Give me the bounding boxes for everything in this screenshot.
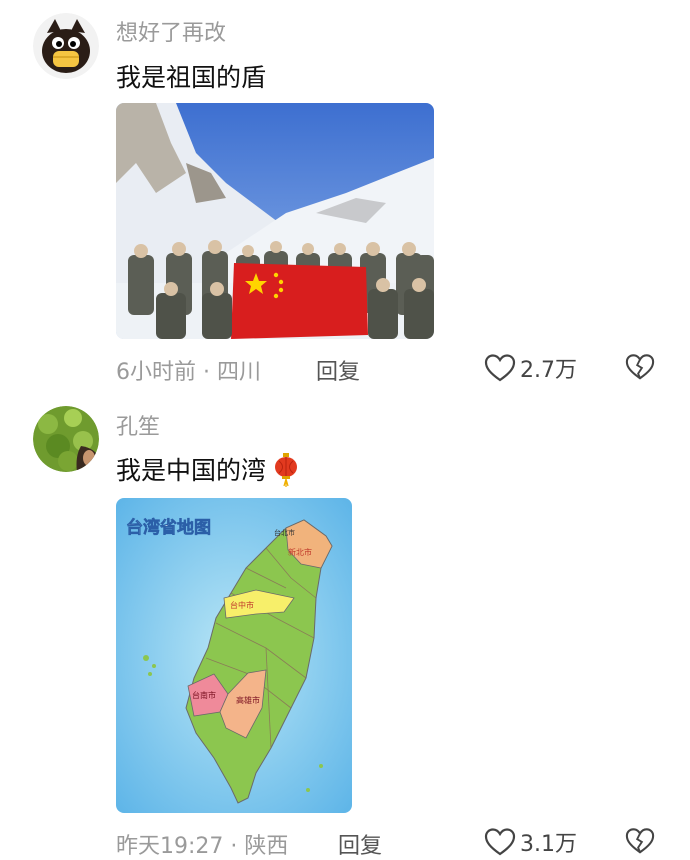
comment-time: 昨天19:27 bbox=[116, 834, 224, 859]
comment-meta: 昨天19:27 · 陕西 bbox=[116, 828, 288, 860]
separator-dot: · bbox=[230, 834, 245, 859]
map-label-kaohsiung: 高雄市 bbox=[236, 695, 260, 705]
comment-location: 陕西 bbox=[244, 834, 289, 859]
comment-item: 想好了再改 我是祖国的盾 6小时前 · 四川 回复 2.7万 bbox=[0, 0, 690, 390]
comment-image[interactable]: 台湾省地图 台北市 新北市 台中市 台南市 高雄市 bbox=[116, 498, 352, 813]
map-label-taipei: 台北市 bbox=[274, 528, 295, 537]
reply-button[interactable]: 回复 bbox=[316, 354, 360, 386]
cartoon-bird-avatar-icon bbox=[33, 13, 99, 79]
comment-text: 我是祖国的盾 bbox=[116, 63, 267, 92]
green-leaves-avatar-icon bbox=[33, 406, 99, 472]
comment-text: 我是中国的湾 bbox=[116, 451, 298, 487]
heart-icon bbox=[484, 354, 516, 382]
reply-button[interactable]: 回复 bbox=[338, 828, 382, 860]
broken-heart-icon bbox=[625, 354, 655, 380]
user-avatar[interactable] bbox=[33, 406, 99, 472]
heart-icon bbox=[484, 828, 516, 856]
soldiers-with-flag-photo-icon bbox=[116, 103, 434, 339]
map-label-tainan: 台南市 bbox=[192, 690, 216, 700]
like-button[interactable]: 3.1万 bbox=[484, 826, 577, 858]
comment-time: 6小时前 bbox=[116, 360, 196, 385]
username[interactable]: 孔笙 bbox=[116, 409, 160, 441]
like-count: 3.1万 bbox=[520, 832, 577, 857]
comment-meta: 6小时前 · 四川 bbox=[116, 354, 261, 386]
comment-location: 四川 bbox=[217, 360, 262, 385]
dislike-button[interactable] bbox=[625, 352, 655, 386]
red-lantern-icon bbox=[274, 453, 297, 487]
broken-heart-icon bbox=[625, 828, 655, 854]
taiwan-map-image-icon: 台湾省地图 台北市 新北市 台中市 台南市 高雄市 bbox=[116, 498, 352, 813]
like-button[interactable]: 2.7万 bbox=[484, 352, 577, 384]
separator-dot: · bbox=[203, 360, 217, 385]
like-count: 2.7万 bbox=[520, 358, 577, 383]
user-avatar[interactable] bbox=[33, 13, 99, 79]
comment-image[interactable] bbox=[116, 103, 434, 339]
map-title: 台湾省地图 bbox=[126, 517, 211, 538]
username[interactable]: 想好了再改 bbox=[116, 15, 226, 47]
map-label-newtaipei: 新北市 bbox=[288, 547, 312, 557]
comment-item: 孔笙 我是中国的湾 台湾省地图 台北市 新北市 台中市 台南市 高雄市 昨天19… bbox=[0, 395, 690, 859]
comment-text-body: 我是中国的湾 bbox=[116, 456, 267, 485]
map-label-taichung: 台中市 bbox=[230, 600, 254, 610]
